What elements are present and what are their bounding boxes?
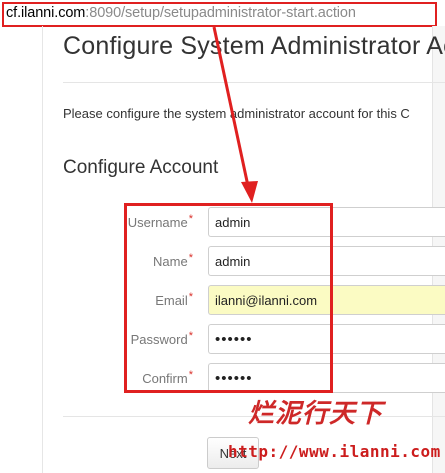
section-title: Configure Account bbox=[63, 157, 219, 178]
watermark-logo: 烂泥行天下 bbox=[248, 399, 384, 429]
arrow-head bbox=[241, 181, 258, 203]
url-path: :8090/setup/setupadministrator-start.act… bbox=[85, 5, 356, 21]
title-divider bbox=[63, 82, 445, 83]
address-bar: cf.ilanni.com:8090/setup/setupadministra… bbox=[0, 0, 445, 27]
page-title: Configure System Administrator Acc bbox=[63, 32, 445, 60]
left-gutter-divider bbox=[42, 26, 43, 473]
url-host: cf.ilanni.com bbox=[6, 5, 86, 21]
fields-highlight-box bbox=[124, 203, 333, 393]
setup-page: cf.ilanni.com:8090/setup/setupadministra… bbox=[0, 0, 445, 473]
intro-text: Please configure the system administrato… bbox=[63, 106, 410, 121]
url-text[interactable]: cf.ilanni.com:8090/setup/setupadministra… bbox=[6, 5, 356, 21]
watermark-url: http://www.ilanni.com bbox=[228, 442, 441, 461]
